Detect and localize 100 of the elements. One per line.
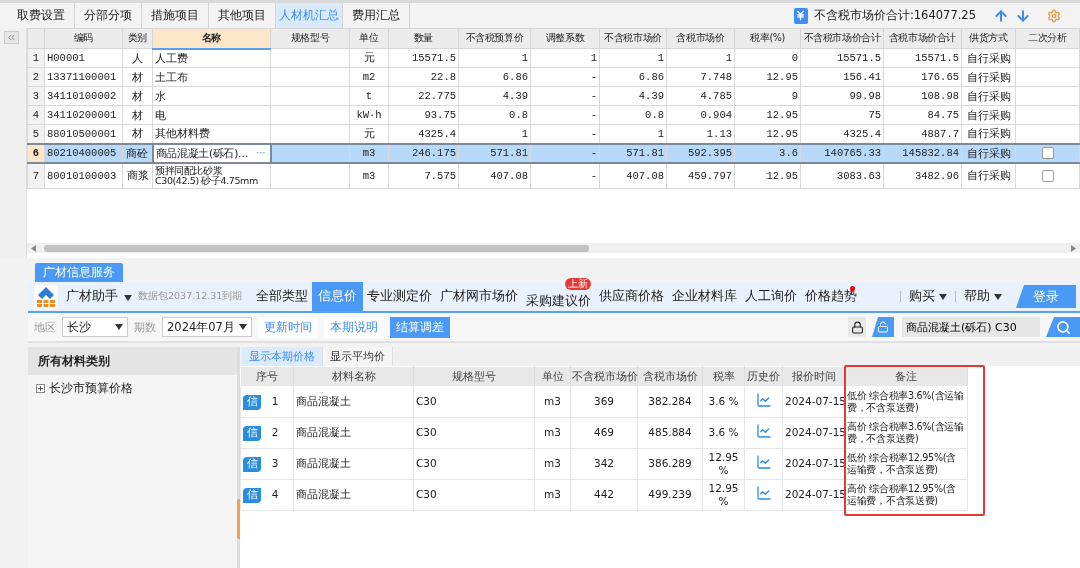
table-cell: H00001: [44, 48, 123, 68]
table-cell: m3: [349, 162, 389, 189]
checkbox[interactable]: [1041, 147, 1054, 159]
table-cell: 442: [570, 479, 638, 511]
region-select[interactable]: 长沙: [62, 317, 128, 337]
table-cell: C30: [413, 448, 535, 480]
info-badge: 信: [243, 394, 261, 410]
scroll-right-icon[interactable]: [1071, 244, 1076, 252]
dropdown-menu[interactable]: 帮助: [955, 291, 1010, 302]
table-cell: m3: [534, 417, 571, 449]
table-cell: 自行采购: [961, 67, 1016, 87]
nav-tab[interactable]: 专业测定价: [363, 282, 437, 311]
total-label: 不含税市场价合计:164077.25: [813, 7, 976, 24]
chevrons-left-icon: [6, 32, 17, 43]
nav-tab[interactable]: 价格趋势: [801, 282, 862, 311]
column-header[interactable]: 名称: [152, 28, 271, 49]
table-cell: 145832.84: [883, 143, 962, 163]
tab[interactable]: 显示平均价: [323, 347, 393, 366]
table-cell: -: [530, 162, 600, 189]
table-cell: 80010100003: [44, 162, 123, 189]
history-chart-icon[interactable]: [755, 423, 772, 440]
table-cell: 1: [458, 48, 531, 68]
table-cell: 108.98: [883, 86, 962, 106]
table-cell: 342: [570, 448, 638, 480]
unlock-icon[interactable]: [872, 317, 894, 337]
toolbar-button[interactable]: 本期说明: [324, 316, 384, 338]
caret-icon: [124, 295, 132, 301]
table-cell: 6.86: [458, 67, 531, 87]
nav-tab[interactable]: 企业材料库: [668, 282, 742, 311]
history-chart-icon[interactable]: [755, 485, 772, 502]
lock-icon[interactable]: [848, 317, 866, 337]
table-cell: 材: [122, 105, 153, 125]
table-cell: 自行采购: [961, 105, 1016, 125]
nav-tab[interactable]: 广材网市场价: [436, 282, 523, 311]
column-header[interactable]: 二次分析: [1015, 28, 1080, 49]
column-header[interactable]: 不含税市场价合计: [800, 28, 884, 49]
nav-tab[interactable]: 全部类型: [252, 282, 313, 311]
column-header[interactable]: 单位: [349, 28, 389, 49]
table-cell: 自行采购: [961, 48, 1016, 68]
table-cell: 高价 综合税率3.6%(含运输费，不含泵送费): [844, 417, 968, 449]
table-cell: 156.41: [800, 67, 884, 87]
table-cell: C30: [413, 479, 535, 511]
toolbar-button[interactable]: 更新时间: [258, 316, 318, 338]
collapse-button[interactable]: [4, 31, 19, 44]
panel-title: 所有材料类别: [28, 347, 237, 375]
table-cell: 电: [152, 105, 271, 125]
table-row[interactable]: 6 80210400005 商砼 商品混凝土(砾石)… ··· m3 246.175 571.81 - 571.81 592.395 3.6 140765.33 145832.84 自行采购: [27, 143, 1080, 163]
column-header[interactable]: 供货方式: [961, 28, 1016, 49]
dropdown-menu[interactable]: 购买: [900, 291, 955, 302]
column-header[interactable]: 规格型号: [270, 28, 350, 49]
table-cell: 88010500001: [44, 124, 123, 144]
table-cell: 人工费: [152, 48, 271, 68]
table-cell-text: 1: [270, 395, 280, 409]
table-cell: 商品混凝土: [293, 479, 414, 511]
column-header: 不含税市场价: [570, 366, 638, 387]
column-header[interactable]: 含税市场价合计: [883, 28, 962, 49]
expand-icon[interactable]: [36, 384, 45, 393]
column-header[interactable]: 不含税预算价: [458, 28, 531, 49]
search-icon: [1055, 319, 1071, 335]
tree-item[interactable]: 长沙市预算价格: [36, 381, 237, 396]
logo-icon: [34, 284, 58, 309]
scroll-left-icon[interactable]: [31, 244, 36, 252]
period-select[interactable]: 2024年07月: [162, 317, 252, 337]
column-header[interactable]: 调整系数: [530, 28, 600, 49]
column-header[interactable]: 税率(%): [734, 28, 801, 49]
yen-icon: [793, 7, 808, 24]
search-field[interactable]: 商品混凝土(砾石) C30: [902, 317, 1040, 337]
nav-tab[interactable]: 供应商价格: [595, 282, 669, 311]
table-cell: 571.81: [458, 143, 531, 163]
column-header[interactable]: 不含税市场价: [599, 28, 667, 49]
table-cell: t: [349, 86, 389, 106]
column-header[interactable]: 类别: [122, 28, 153, 49]
column-header[interactable]: 编码: [44, 28, 123, 49]
table-cell: -: [530, 86, 600, 106]
horizontal-scrollbar[interactable]: [27, 243, 1080, 253]
table-cell: 商品混凝土(砾石)…: [155, 147, 249, 159]
table-cell: 485.884: [637, 417, 703, 449]
search-button[interactable]: [1046, 317, 1080, 337]
table-cell: 1: [599, 48, 667, 68]
column-header: 历史价: [744, 366, 783, 387]
table-cell: 低价 综合税率12.95%(含运输费，不含泵送费): [844, 448, 968, 480]
checkbox[interactable]: [1041, 169, 1054, 182]
table-cell: 22.775: [388, 86, 459, 106]
table-cell: 75: [800, 105, 884, 125]
nav-tab[interactable]: 采购建议价: [522, 291, 596, 311]
table-cell: kW·h: [349, 105, 389, 125]
table-cell: 6.86: [599, 67, 667, 87]
table-cell: 自行采购: [961, 143, 1016, 163]
table-cell: 34110200001: [44, 105, 123, 125]
table-cell: 459.797: [666, 162, 735, 189]
history-chart-icon[interactable]: [755, 454, 772, 471]
table-cell: 商品混凝土: [293, 448, 414, 480]
row-number: 6: [27, 143, 45, 163]
column-header[interactable]: 含税市场价: [666, 28, 735, 49]
nav-tab[interactable]: 人工询价: [741, 282, 802, 311]
history-chart-icon[interactable]: [755, 392, 772, 409]
table-cell: C30: [413, 386, 535, 418]
column-header[interactable]: 数量: [388, 28, 459, 49]
brand-menu[interactable]: 广材助手: [66, 282, 132, 311]
table-cell-text: 3: [270, 457, 280, 471]
